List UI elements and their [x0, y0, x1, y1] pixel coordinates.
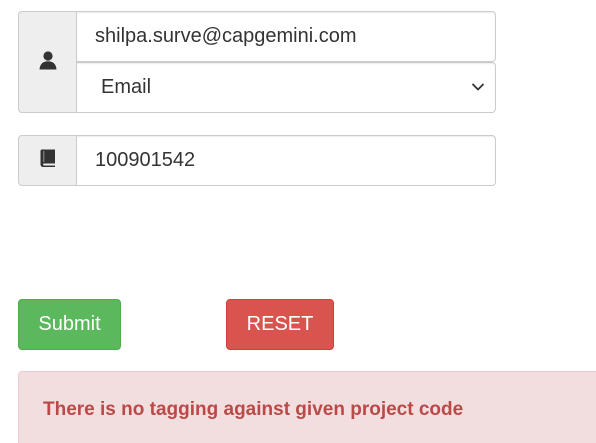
identifier-type-select[interactable]: Email [76, 62, 496, 113]
submit-button[interactable]: Submit [18, 299, 121, 350]
reset-button[interactable]: RESET [226, 299, 334, 350]
project-code-input-group [18, 135, 496, 186]
chevron-down-icon [471, 80, 485, 99]
project-code-input[interactable] [76, 135, 496, 186]
user-input-group: Email [18, 11, 496, 113]
tagging-form-page: Email Submit RESET There is no tagging a… [0, 0, 596, 443]
error-alert-message: There is no tagging against given projec… [43, 399, 464, 420]
email-input[interactable] [76, 11, 496, 62]
user-addon [18, 11, 77, 113]
error-alert: There is no tagging against given projec… [18, 371, 596, 443]
book-addon [18, 135, 77, 186]
book-icon [38, 148, 58, 173]
user-icon [38, 50, 58, 75]
identifier-type-selected: Email [101, 76, 152, 98]
